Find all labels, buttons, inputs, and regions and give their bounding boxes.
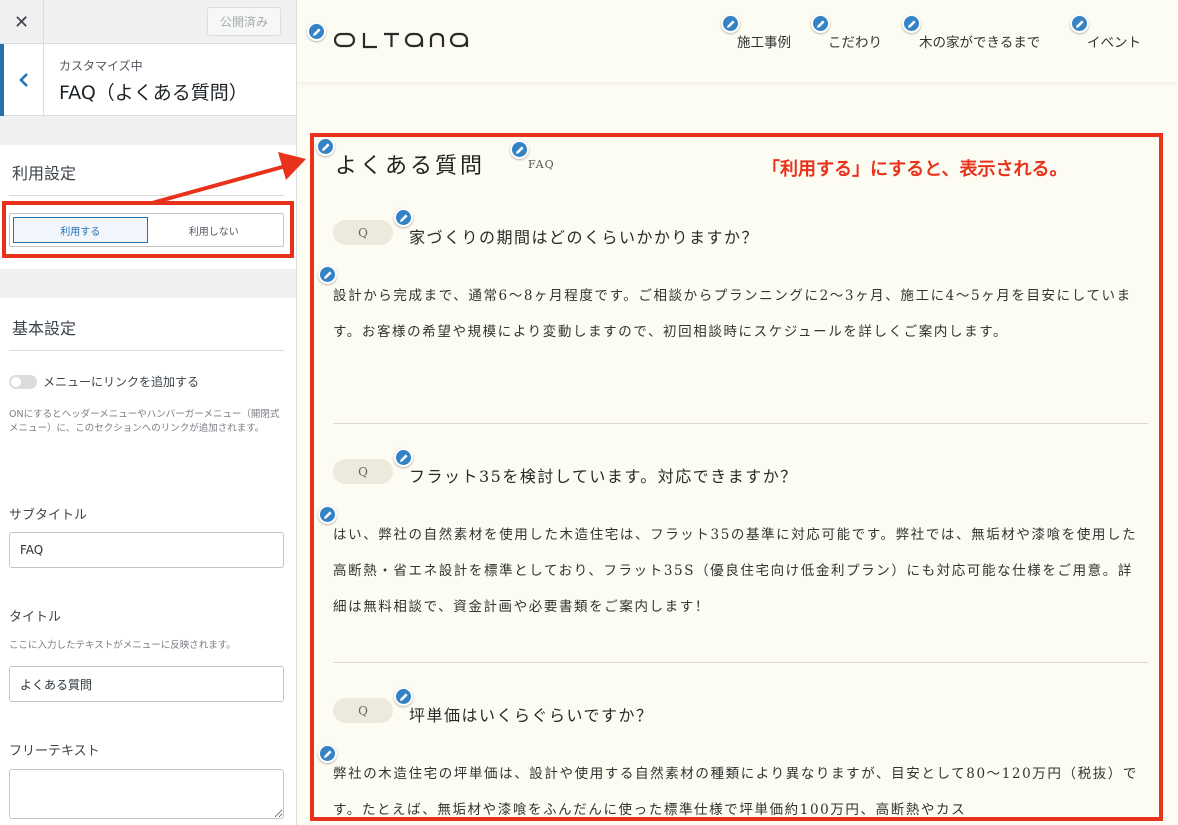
divider xyxy=(9,195,284,196)
edit-logo-button[interactable] xyxy=(307,22,326,41)
faq-divider xyxy=(333,662,1148,663)
usage-settings-panel: 利用設定 利用する 利用しない xyxy=(0,145,296,269)
logo-wordmark xyxy=(333,32,469,49)
menu-link-label: メニューにリンクを追加する xyxy=(43,375,200,389)
site-logo[interactable] xyxy=(333,28,469,53)
faq-section: よくある質問 FAQ Q 家づくりの期間はどのくらいかかりますか？ 設計から完成… xyxy=(297,82,1178,825)
nav-item-events[interactable]: イベント xyxy=(1087,31,1141,51)
pencil-icon xyxy=(907,19,916,28)
nav-item-works[interactable]: 施工事例 xyxy=(737,31,791,51)
customizer-sidebar: ✕ 公開済み カスタマイズ中 FAQ（よくある質問） 利用設定 利用する 利用し… xyxy=(0,0,297,825)
pencil-icon xyxy=(323,270,332,279)
usage-toggle-group: 利用する 利用しない xyxy=(9,213,284,247)
title-label: タイトル xyxy=(9,610,62,625)
pencil-icon xyxy=(323,510,332,519)
annotation-note: 「利用する」にすると、表示される。 xyxy=(762,159,1068,180)
edit-title-button[interactable] xyxy=(316,137,335,156)
usage-settings-heading: 利用設定 xyxy=(12,164,77,183)
question-text: 坪単価はいくらぐらいですか？ xyxy=(409,706,654,725)
pencil-icon xyxy=(515,145,524,154)
pencil-icon xyxy=(816,19,825,28)
free-text-input[interactable] xyxy=(9,769,284,819)
title-input[interactable] xyxy=(9,666,284,702)
dont-use-button[interactable]: 利用しない xyxy=(148,217,281,243)
question-badge: Q xyxy=(333,220,393,245)
answer-text: 弊社の木造住宅の坪単価は、設計や使用する自然素材の種類により異なりますが、目安と… xyxy=(333,766,1138,818)
section-header: カスタマイズ中 FAQ（よくある質問） xyxy=(0,44,296,116)
answer-text: はい、弊社の自然素材を使用した木造住宅は、フラット35の基準に対応可能です。弊社… xyxy=(333,527,1138,615)
divider xyxy=(9,350,284,351)
free-text-label: フリーテキスト xyxy=(9,744,100,759)
pencil-icon xyxy=(321,142,330,151)
pencil-icon xyxy=(399,692,408,701)
menu-link-toggle[interactable] xyxy=(9,375,37,389)
site-header: 施工事例 こだわり 木の家ができるまで イベント xyxy=(297,0,1178,82)
pencil-icon xyxy=(323,749,332,758)
nav-item-process[interactable]: 木の家ができるまで xyxy=(919,31,1040,51)
pencil-icon xyxy=(1075,19,1084,28)
pencil-icon xyxy=(726,19,735,28)
chevron-left-icon xyxy=(18,73,28,87)
site-preview: 施工事例 こだわり 木の家ができるまで イベント よくある質問 FAQ Q 家づ… xyxy=(297,0,1178,825)
pencil-icon xyxy=(312,27,321,36)
question-badge: Q xyxy=(333,698,393,723)
menu-link-description: ONにするとヘッダーメニューやハンバーガーメニュー（開閉式メニュー）に、このセク… xyxy=(9,409,280,435)
customizer-topbar: ✕ 公開済み xyxy=(0,0,296,44)
nav-item-commitment[interactable]: こだわり xyxy=(828,31,882,51)
question-badge: Q xyxy=(333,459,393,484)
subtitle-input[interactable] xyxy=(9,532,284,568)
pencil-icon xyxy=(399,453,408,462)
close-icon[interactable]: ✕ xyxy=(0,0,44,44)
question-text: フラット35を検討しています。対応できますか？ xyxy=(409,467,798,486)
edit-subtitle-button[interactable] xyxy=(510,140,529,159)
basic-settings-heading: 基本設定 xyxy=(12,319,77,338)
back-button[interactable] xyxy=(0,44,44,116)
subtitle-label: サブタイトル xyxy=(9,508,88,523)
faq-title: よくある質問 xyxy=(335,154,486,179)
pencil-icon xyxy=(399,213,408,222)
basic-settings-panel: 基本設定 メニューにリンクを追加する ONにするとヘッダーメニューやハンバーガー… xyxy=(0,298,296,825)
use-button[interactable]: 利用する xyxy=(13,217,148,243)
customizing-label: カスタマイズ中 xyxy=(59,59,143,73)
question-text: 家づくりの期間はどのくらいかかりますか？ xyxy=(409,228,760,247)
faq-subtitle: FAQ xyxy=(528,158,555,171)
title-description: ここに入力したテキストがメニューに反映されます。 xyxy=(9,640,236,651)
answer-text: 設計から完成まで、通常6〜8ヶ月程度です。ご相談からプランニングに2〜3ヶ月、施… xyxy=(333,288,1132,340)
faq-divider xyxy=(333,423,1148,424)
publish-button[interactable]: 公開済み xyxy=(207,7,281,36)
section-title: FAQ（よくある質問） xyxy=(59,82,248,104)
